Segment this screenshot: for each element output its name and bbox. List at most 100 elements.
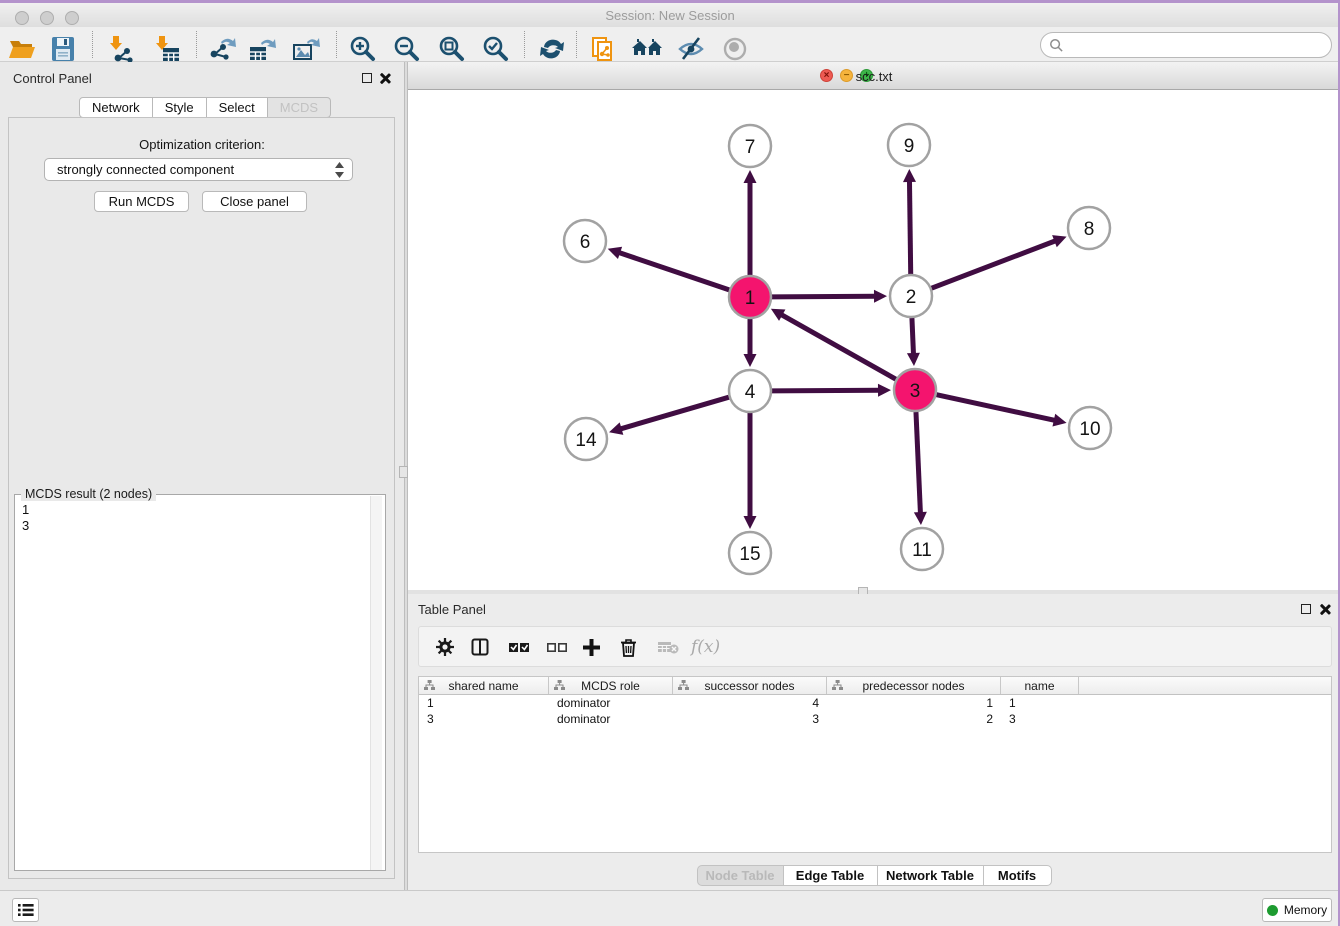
graph-node-label: 6 xyxy=(580,232,591,253)
save-session-icon[interactable] xyxy=(46,32,80,66)
attribute-icon xyxy=(554,680,565,691)
graph-edge-2-3[interactable] xyxy=(912,318,914,355)
close-panel-icon[interactable] xyxy=(1319,604,1330,615)
export-image-icon[interactable] xyxy=(289,32,323,66)
mcds-result-title: MCDS result (2 nodes) xyxy=(21,487,156,501)
table-cell-successor-nodes[interactable]: 3 xyxy=(673,711,827,727)
close-panel-icon[interactable] xyxy=(379,73,390,84)
zoom-out-icon[interactable] xyxy=(389,32,423,66)
tab-style[interactable]: Style xyxy=(153,97,207,118)
tab-motifs[interactable]: Motifs xyxy=(984,865,1052,886)
toolbar-separator xyxy=(576,31,577,58)
network-window-titlebar[interactable]: × − + scc.txt xyxy=(408,62,1340,90)
graph-edge-1-2[interactable] xyxy=(772,296,876,297)
graph-edge-arrowhead xyxy=(907,353,920,366)
graph-edge-2-9[interactable] xyxy=(909,180,910,274)
table-row[interactable]: 1dominator411 xyxy=(419,695,1331,711)
zoom-in-icon[interactable] xyxy=(345,32,379,66)
delete-column-icon[interactable] xyxy=(620,636,637,658)
table-cell-mcds-role[interactable]: dominator xyxy=(549,711,673,727)
splitter-handle[interactable] xyxy=(399,466,408,478)
graph-node-label: 9 xyxy=(904,136,915,157)
zoom-selected-icon[interactable] xyxy=(478,32,512,66)
attribute-icon xyxy=(832,680,843,691)
mcds-result-lines: 13 xyxy=(22,502,29,534)
tab-edge-table[interactable]: Edge Table xyxy=(784,865,878,886)
mcds-result-box: MCDS result (2 nodes) 13 xyxy=(14,494,386,871)
column-header-mcds-role[interactable]: MCDS role xyxy=(549,677,673,694)
tab-node-table[interactable]: Node Table xyxy=(697,865,784,886)
network-canvas[interactable]: 7968124314101511 xyxy=(408,90,1340,590)
toolbar-separator xyxy=(92,31,93,58)
graph-edge-2-8[interactable] xyxy=(932,240,1057,288)
table-cell-predecessor-nodes[interactable]: 1 xyxy=(827,695,1001,711)
control-panel-tabs: NetworkStyleSelectMCDS xyxy=(79,97,331,118)
float-panel-icon[interactable] xyxy=(362,73,372,83)
column-header-predecessor-nodes[interactable]: predecessor nodes xyxy=(827,677,1001,694)
zoom-fit-icon[interactable] xyxy=(434,32,468,66)
toolbar-separator xyxy=(336,31,337,58)
graph-edge-arrowhead xyxy=(744,170,757,183)
graph-edge-4-14[interactable] xyxy=(620,397,729,429)
criterion-select[interactable]: strongly connected component xyxy=(44,158,353,181)
hide-selected-icon[interactable] xyxy=(674,32,708,66)
network-from-selection-icon[interactable] xyxy=(587,32,621,66)
search-input[interactable] xyxy=(1064,38,1331,53)
graph-edge-3-10[interactable] xyxy=(936,395,1055,421)
tab-network-table[interactable]: Network Table xyxy=(878,865,984,886)
select-all-icon[interactable] xyxy=(509,636,530,658)
graph-edge-4-3[interactable] xyxy=(772,390,880,391)
search-field xyxy=(1040,32,1332,58)
column-header-label: shared name xyxy=(448,679,518,693)
result-scrollbar[interactable] xyxy=(370,496,382,870)
import-network-icon[interactable] xyxy=(103,32,137,66)
reset-view-icon[interactable] xyxy=(631,32,665,66)
task-history-button[interactable] xyxy=(12,898,39,922)
table-cell-shared-name[interactable]: 3 xyxy=(419,711,549,727)
main-toolbar xyxy=(0,27,1340,62)
table-cell-mcds-role[interactable]: dominator xyxy=(549,695,673,711)
column-header-successor-nodes[interactable]: successor nodes xyxy=(673,677,827,694)
tab-mcds[interactable]: MCDS xyxy=(268,97,331,118)
graph-node-label: 4 xyxy=(745,382,756,403)
list-icon xyxy=(18,903,34,917)
graph-edge-arrowhead xyxy=(874,290,887,303)
tab-select[interactable]: Select xyxy=(207,97,268,118)
show-all-icon xyxy=(718,32,752,66)
tab-network[interactable]: Network xyxy=(79,97,153,118)
column-header-label: successor nodes xyxy=(704,679,794,693)
table-header-row: shared name MCDS role successor nodes prede… xyxy=(419,677,1331,695)
graph-edge-3-11[interactable] xyxy=(916,412,920,514)
run-mcds-button[interactable]: Run MCDS xyxy=(94,191,189,212)
open-session-icon[interactable] xyxy=(5,32,39,66)
toggle-panel-columns-icon[interactable] xyxy=(471,636,489,658)
status-bar: Memory xyxy=(0,890,1340,926)
table-row[interactable]: 3dominator323 xyxy=(419,711,1331,727)
export-table-icon[interactable] xyxy=(245,32,279,66)
table-cell-shared-name[interactable]: 1 xyxy=(419,695,549,711)
search-icon xyxy=(1049,38,1064,53)
export-network-icon[interactable] xyxy=(205,32,239,66)
close-panel-button[interactable]: Close panel xyxy=(202,191,307,212)
table-tabs: Node TableEdge TableNetwork TableMotifs xyxy=(408,865,1340,886)
graph-edge-arrowhead xyxy=(744,516,757,529)
add-column-icon[interactable] xyxy=(582,636,601,658)
table-cell-predecessor-nodes[interactable]: 2 xyxy=(827,711,1001,727)
graph-edge-arrowhead xyxy=(609,422,623,434)
column-header-shared-name[interactable]: shared name xyxy=(419,677,549,694)
memory-button[interactable]: Memory xyxy=(1262,898,1332,922)
graph-node-label: 1 xyxy=(745,288,756,309)
import-table-icon[interactable] xyxy=(149,32,183,66)
graph-edge-3-1[interactable] xyxy=(780,314,895,379)
float-panel-icon[interactable] xyxy=(1301,604,1311,614)
apply-layout-icon[interactable] xyxy=(535,32,569,66)
deselect-all-icon[interactable] xyxy=(547,636,568,658)
table-cell-name[interactable]: 3 xyxy=(1001,711,1079,727)
table-cell-successor-nodes[interactable]: 4 xyxy=(673,695,827,711)
table-cell-name[interactable]: 1 xyxy=(1001,695,1079,711)
table-settings-icon[interactable] xyxy=(436,636,454,658)
column-header-name[interactable]: name xyxy=(1001,677,1079,694)
graph-edge-1-6[interactable] xyxy=(618,252,729,290)
graph-node-label: 7 xyxy=(745,137,756,158)
window-titlebar: Session: New Session xyxy=(0,3,1340,27)
